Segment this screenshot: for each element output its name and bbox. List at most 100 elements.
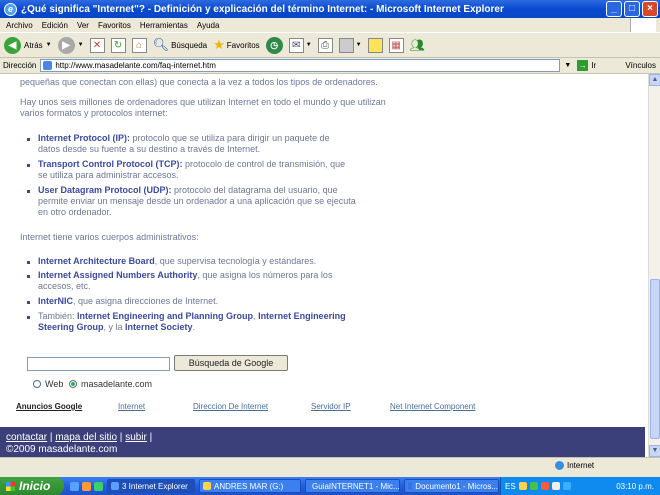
footer-separator: | xyxy=(49,432,53,443)
admin-desc: , que asigna los números para los xyxy=(197,270,333,280)
home-button[interactable]: ⌂ xyxy=(131,37,147,53)
admin-term[interactable]: Internet Society xyxy=(125,322,193,332)
go-button[interactable]: Ir xyxy=(591,61,596,70)
research-icon: ▦ xyxy=(388,37,404,53)
windows-logo-icon xyxy=(630,18,656,32)
favorites-button[interactable]: ★ Favoritos xyxy=(213,37,260,53)
address-label: Dirección xyxy=(3,61,37,70)
home-icon: ⌂ xyxy=(131,37,147,53)
security-icon[interactable] xyxy=(529,482,538,490)
menu-ver[interactable]: Ver xyxy=(77,21,89,30)
status-bar: Internet xyxy=(0,457,660,477)
list-item: Internet Protocol (IP): protocolo que se… xyxy=(38,133,398,155)
stop-button[interactable]: ✕ xyxy=(89,37,105,53)
stop-icon: ✕ xyxy=(89,37,105,53)
window-title: ¿Qué significa "Internet"? - Definición … xyxy=(21,3,504,15)
ad-link[interactable]: Net Internet Component xyxy=(390,402,475,411)
scroll-down-icon[interactable]: ▼ xyxy=(649,445,660,457)
admin-term[interactable]: Internet Architecture Board xyxy=(38,256,155,266)
admin-intro: Internet tiene varios cuerpos administra… xyxy=(20,232,199,242)
forward-button[interactable]: ▶ ▼ xyxy=(57,36,84,54)
chevron-down-icon: ▼ xyxy=(77,42,84,48)
address-input[interactable]: http://www.masadelante.com/faq-internet.… xyxy=(40,59,561,72)
task-internet-explorer[interactable]: 3 Internet Explorer xyxy=(107,479,195,493)
admin-term[interactable]: InterNIC xyxy=(38,296,73,306)
history-icon: ◷ xyxy=(265,36,283,54)
footer-link-subir[interactable]: subir xyxy=(125,432,147,443)
admin-desc: , que supervisa tecnología y estándares. xyxy=(154,256,317,266)
google-search-input[interactable] xyxy=(27,357,170,371)
menu-favoritos[interactable]: Favoritos xyxy=(98,21,131,30)
ad-link[interactable]: Internet xyxy=(118,402,145,411)
footer-link-contactar[interactable]: contactar xyxy=(6,432,47,443)
footer-copyright: ©2009 masadelante.com xyxy=(6,444,118,455)
menu-herramientas[interactable]: Herramientas xyxy=(140,21,188,30)
word-icon xyxy=(408,482,413,490)
back-button[interactable]: ◀ Atrás ▼ xyxy=(4,36,52,54)
start-button[interactable]: Inicio xyxy=(0,477,64,495)
address-dropdown-icon[interactable]: ▼ xyxy=(564,62,571,69)
task-andres-mar[interactable]: ANDRES MAR (G:) xyxy=(199,479,301,493)
radio-site[interactable] xyxy=(69,380,77,388)
radio-web-label: Web xyxy=(45,379,64,389)
list-item: InterNIC, que asigna direcciones de Inte… xyxy=(38,296,398,307)
ad-link[interactable]: Servidor IP xyxy=(311,402,351,411)
task-documento1[interactable]: Documento1 - Micros... xyxy=(404,479,499,493)
scroll-up-icon[interactable]: ▲ xyxy=(649,74,660,86)
address-url: http://www.masadelante.com/faq-internet.… xyxy=(55,61,216,70)
close-button[interactable]: × xyxy=(642,1,658,17)
protocol-term: Transport Control Protocol (TCP): xyxy=(38,159,183,169)
address-bar: Dirección http://www.masadelante.com/faq… xyxy=(0,58,660,74)
admin-term[interactable]: Internet Assigned Numbers Authority xyxy=(38,270,197,280)
print-button[interactable]: ⎙ xyxy=(317,37,333,53)
ad-link[interactable]: Direccion De Internet xyxy=(193,402,268,411)
protocol-term: User Datagram Protocol (UDP): xyxy=(38,185,172,195)
radio-web[interactable] xyxy=(33,380,41,388)
antivirus-icon[interactable] xyxy=(540,482,549,490)
admin-term[interactable]: Internet Engineering xyxy=(258,311,346,321)
volume-icon[interactable] xyxy=(551,482,560,490)
admin-term[interactable]: Internet Engineering and Planning Group xyxy=(77,311,253,321)
para2-line2: varios formatos y protocolos internet: xyxy=(20,108,168,118)
network-icon[interactable] xyxy=(518,482,527,490)
menu-archivo[interactable]: Archivo xyxy=(6,21,33,30)
site-footer: contactar | mapa del sitio | subir | ©20… xyxy=(0,427,645,457)
magnifier-icon: 🔍︎ xyxy=(152,37,170,52)
page-icon xyxy=(43,61,53,70)
admin-sep: . xyxy=(192,322,196,332)
go-arrow-icon[interactable]: → xyxy=(577,60,589,71)
start-label: Inicio xyxy=(19,479,51,493)
messenger-button[interactable]: 👥︎ xyxy=(410,38,425,52)
maximize-button[interactable]: □ xyxy=(624,1,640,17)
favorites-label: Favoritos xyxy=(226,40,260,50)
admin-term[interactable]: Steering Group xyxy=(38,322,104,332)
research-button[interactable]: ▦ xyxy=(388,37,404,53)
links-label[interactable]: Vínculos xyxy=(625,61,656,70)
mail-button[interactable]: ✉ ▼ xyxy=(288,37,312,53)
language-indicator[interactable]: ES xyxy=(505,482,516,491)
desktop-quick-icon[interactable] xyxy=(94,481,103,491)
ads-google-label[interactable]: Anuncios Google xyxy=(16,402,82,411)
ie-quick-icon[interactable] xyxy=(70,481,79,491)
footer-separator: | xyxy=(149,432,153,443)
search-button[interactable]: 🔍︎ Búsqueda xyxy=(153,37,208,53)
task-guia-internet[interactable]: GuiaINTERNET1 - Mic... xyxy=(305,479,400,493)
refresh-button[interactable]: ↻ xyxy=(110,37,126,53)
media-quick-icon[interactable] xyxy=(82,481,91,491)
scroll-thumb[interactable] xyxy=(650,279,660,439)
windows-flag-icon xyxy=(6,481,15,491)
edit-icon xyxy=(338,37,354,53)
menu-ayuda[interactable]: Ayuda xyxy=(197,21,220,30)
menu-edicion[interactable]: Edición xyxy=(42,21,68,30)
minimize-button[interactable]: _ xyxy=(606,1,622,17)
search-label: Búsqueda xyxy=(171,40,208,50)
history-button[interactable]: ◷ xyxy=(265,36,283,54)
messenger-tray-icon[interactable] xyxy=(562,482,571,490)
notes-button[interactable] xyxy=(367,37,383,53)
forward-arrow-icon: ▶ xyxy=(57,36,75,54)
google-search-button[interactable]: Búsqueda de Google xyxy=(174,355,288,371)
footer-link-mapa[interactable]: mapa del sitio xyxy=(55,432,117,443)
para2-line1: Hay unos seis millones de ordenadores qu… xyxy=(20,97,386,107)
vertical-scrollbar[interactable]: ▲ ▼ xyxy=(648,74,660,457)
edit-button[interactable]: ▼ xyxy=(338,37,362,53)
